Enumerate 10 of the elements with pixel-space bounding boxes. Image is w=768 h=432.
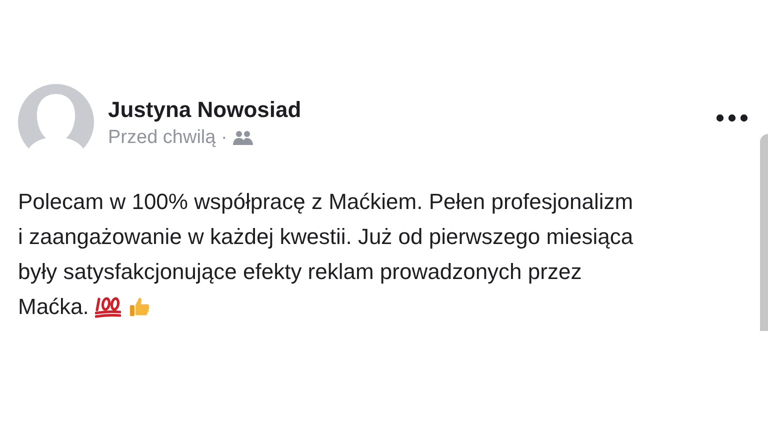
hundred-points-icon [94, 296, 121, 318]
more-options-icon[interactable] [716, 114, 748, 122]
avatar-icon [18, 84, 94, 160]
author-name[interactable]: Justyna Nowosiad [108, 96, 716, 124]
friends-icon [233, 130, 254, 146]
post-text-line: i zaangażowanie w każdej kwestii. Już od pierwszego miesiąca [18, 223, 634, 251]
post-text-line: Polecam w 100% współpracę z Maćkiem. Pełen profesjonalizm [18, 188, 634, 216]
scrollbar[interactable] [760, 134, 768, 331]
post-text-line: Maćka. [18, 293, 89, 321]
post-text-line: były satysfakcjonujące efekty reklam prowadzonych przez [18, 258, 582, 286]
